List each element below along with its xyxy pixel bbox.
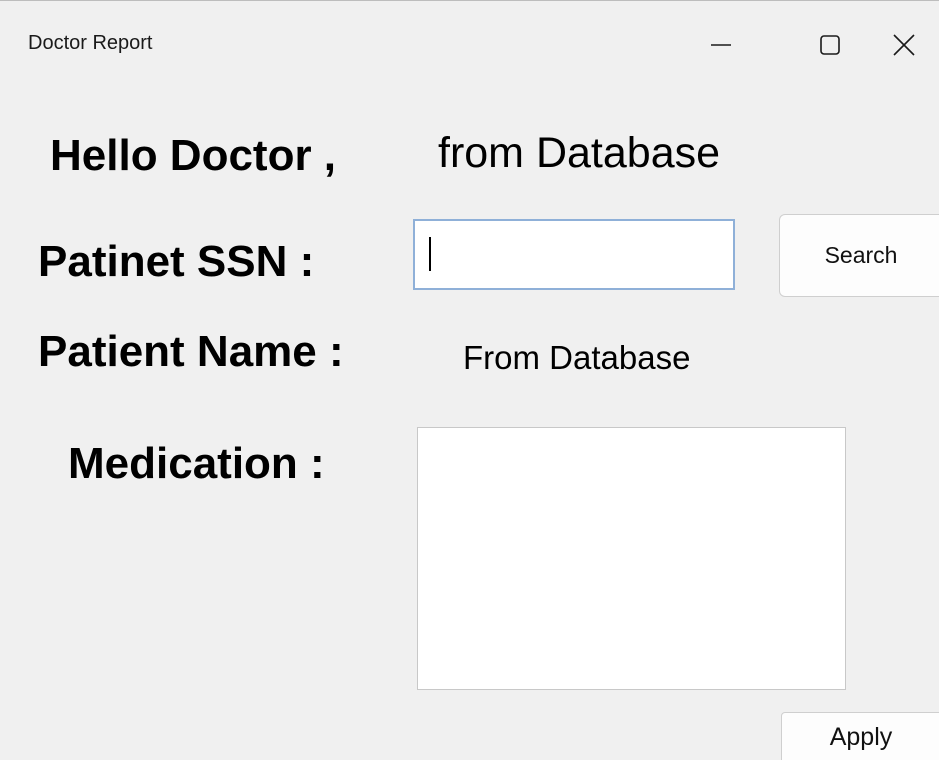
greeting-label: Hello Doctor , [50, 131, 337, 180]
window-title: Doctor Report [28, 32, 153, 54]
doctor-name-value: from Database [438, 129, 721, 177]
ssn-input[interactable] [413, 219, 735, 290]
maximize-button[interactable] [800, 15, 860, 75]
apply-button[interactable]: Apply [781, 712, 939, 760]
search-button[interactable]: Search [779, 214, 939, 297]
minimize-button[interactable] [691, 15, 751, 75]
patient-name-value: From Database [463, 339, 691, 376]
apply-button-label: Apply [829, 722, 893, 751]
maximize-icon [820, 35, 840, 55]
close-icon [893, 34, 915, 56]
text-caret [429, 237, 431, 271]
patient-name-label: Patient Name : [38, 327, 344, 376]
doctor-report-window: Doctor Report Hello Doctor , from Databa… [0, 0, 939, 760]
minimize-icon [711, 44, 731, 46]
medication-textarea[interactable] [417, 427, 846, 690]
medication-label: Medication : [68, 439, 325, 488]
search-button-label: Search [824, 242, 898, 268]
ssn-label: Patinet SSN : [38, 237, 315, 286]
close-button[interactable] [874, 15, 934, 75]
title-bar[interactable]: Doctor Report [0, 1, 939, 75]
